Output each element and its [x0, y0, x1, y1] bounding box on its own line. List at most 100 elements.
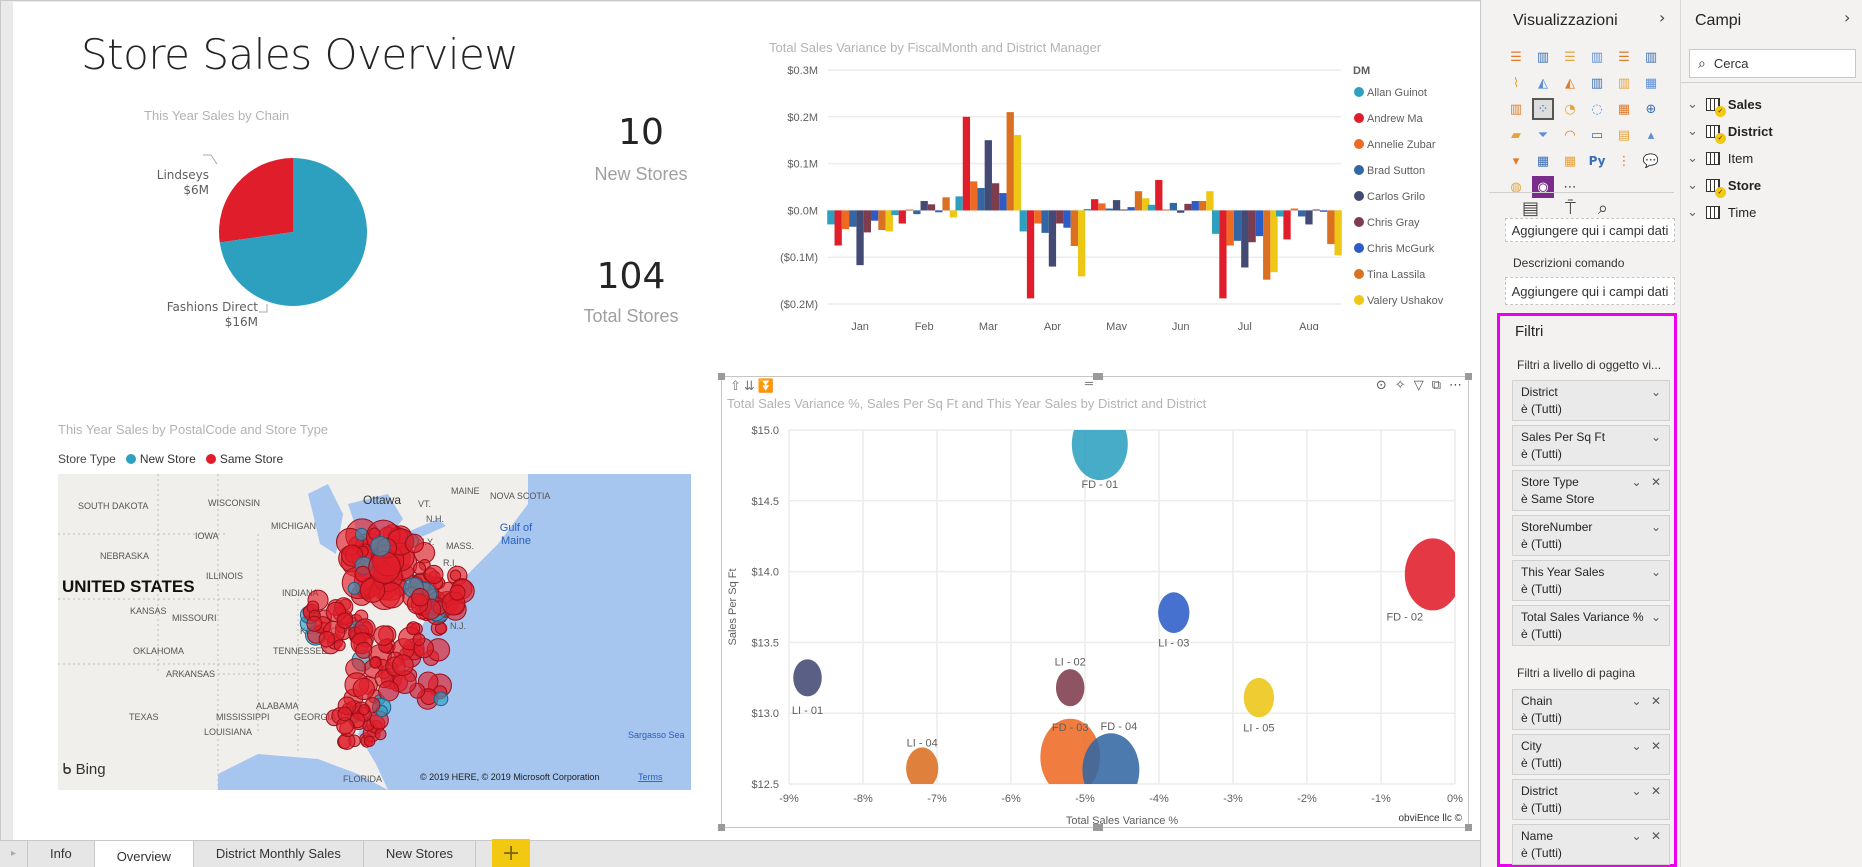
scatter-visual-frame[interactable]: ⇧ ⇊ ⏬ ═ ⊙ ✧ ▽ ⧉ ⋯ Total Sales Variance %…: [718, 373, 1472, 831]
gauge-icon[interactable]: ◠: [1559, 124, 1581, 146]
slicer-icon[interactable]: ▾: [1505, 150, 1527, 172]
bar[interactable]: [1098, 203, 1106, 211]
legend-item[interactable]: Chris Gray: [1367, 217, 1420, 229]
map-bubble[interactable]: [392, 654, 414, 676]
chevron-down-icon[interactable]: ⌄: [1687, 177, 1698, 193]
legend-item[interactable]: Carlos Grilo: [1367, 191, 1425, 203]
bar[interactable]: [999, 193, 1007, 211]
chevron-down-icon[interactable]: ⌄: [1651, 565, 1661, 579]
map-visual[interactable]: SOUTH DAKOTA WISCONSIN MICHIGAN Ottawa VT. MA…: [58, 474, 691, 790]
bar[interactable]: [849, 210, 857, 227]
bar[interactable]: [970, 181, 978, 211]
bar[interactable]: [1198, 201, 1207, 211]
legend-new-store[interactable]: New Store: [140, 452, 196, 466]
chevron-down-icon[interactable]: ⌄: [1651, 430, 1661, 444]
stacked-area-icon[interactable]: ◭: [1559, 72, 1581, 94]
more-icon[interactable]: ⋯: [1559, 176, 1581, 198]
page-filter-card[interactable]: District è (Tutti) ⌄ ✕: [1512, 779, 1670, 820]
multi-row-card-icon[interactable]: ▤: [1613, 124, 1635, 146]
legend-item[interactable]: Tina Lassila: [1367, 269, 1426, 281]
page-filter-card[interactable]: City è (Tutti) ⌄ ✕: [1512, 734, 1670, 775]
map-bubble[interactable]: [411, 587, 430, 607]
map-bubble[interactable]: [355, 641, 373, 659]
bar[interactable]: [913, 210, 921, 215]
bar[interactable]: [1219, 210, 1227, 299]
map-bubble[interactable]: [433, 691, 449, 707]
bar[interactable]: [927, 204, 936, 211]
chevron-down-icon[interactable]: ⌄: [1632, 829, 1642, 843]
chevron-down-icon[interactable]: ⌄: [1687, 204, 1698, 220]
chevron-down-icon[interactable]: ⌄: [1651, 385, 1661, 399]
filled-map-icon[interactable]: ▰: [1505, 124, 1527, 146]
bar[interactable]: [1263, 210, 1271, 280]
bar[interactable]: [891, 210, 899, 216]
map-bubble[interactable]: [333, 639, 346, 652]
map-bubble[interactable]: [318, 630, 336, 648]
bar[interactable]: [905, 209, 914, 211]
bar[interactable]: [1034, 210, 1042, 224]
bar[interactable]: [1255, 210, 1264, 237]
bar[interactable]: [1305, 210, 1313, 225]
bar[interactable]: [841, 210, 850, 230]
tab-scroll-right-icon[interactable]: ▸: [0, 840, 28, 867]
bar[interactable]: [1077, 210, 1086, 277]
100-stacked-column-icon[interactable]: ▥: [1640, 46, 1662, 68]
100-stacked-bar-icon[interactable]: ☰: [1613, 46, 1635, 68]
bar[interactable]: [962, 116, 971, 211]
close-icon[interactable]: ✕: [1648, 475, 1661, 489]
visual-filter-card[interactable]: StoreNumber è (Tutti) ⌄: [1512, 515, 1670, 556]
bar[interactable]: [1270, 210, 1278, 273]
visual-filter-card[interactable]: Total Sales Variance % è (Tutti) ⌄: [1512, 605, 1670, 646]
field-drop-zone[interactable]: Aggiungere qui i campi dati: [1505, 218, 1675, 242]
chevron-down-icon[interactable]: ⌄: [1632, 784, 1642, 798]
bar[interactable]: [984, 140, 992, 211]
bar[interactable]: [1177, 210, 1185, 213]
bar[interactable]: [1290, 208, 1298, 211]
bar[interactable]: [827, 210, 835, 225]
bar[interactable]: [1241, 210, 1249, 268]
chevron-down-icon[interactable]: ⌄: [1632, 694, 1642, 708]
field-table-time[interactable]: ⌄ Time: [1687, 204, 1756, 220]
bar[interactable]: [898, 210, 906, 224]
legend-item[interactable]: Valery Ushakov: [1367, 295, 1444, 307]
map-bubble[interactable]: [373, 625, 394, 646]
map-bubble[interactable]: [404, 533, 425, 554]
bar[interactable]: [1019, 210, 1027, 232]
field-table-item[interactable]: ⌄ Item: [1687, 150, 1753, 166]
bar[interactable]: [1319, 210, 1328, 212]
map-bubble[interactable]: [337, 706, 353, 722]
bar[interactable]: [1006, 112, 1014, 211]
legend-item[interactable]: Brad Sutton: [1367, 165, 1425, 177]
bar[interactable]: [1276, 210, 1284, 217]
bar[interactable]: [1233, 210, 1242, 241]
visual-filter-card[interactable]: This Year Sales è (Tutti) ⌄: [1512, 560, 1670, 601]
bubble-fd-01[interactable]: [1071, 408, 1128, 481]
map-bubble[interactable]: [424, 564, 444, 585]
bar[interactable]: [991, 183, 1000, 211]
chevron-down-icon[interactable]: ⌄: [1651, 610, 1661, 624]
bar[interactable]: [1226, 210, 1234, 246]
visual-filter-card[interactable]: District è (Tutti) ⌄: [1512, 380, 1670, 421]
visual-filter-card[interactable]: Sales Per Sq Ft è (Tutti) ⌄: [1512, 425, 1670, 466]
bar[interactable]: [878, 210, 886, 231]
map-icon[interactable]: ⊕: [1640, 98, 1662, 120]
waterfall-icon[interactable]: ▥: [1505, 98, 1527, 120]
bar[interactable]: [1283, 210, 1291, 240]
table-icon[interactable]: ▦: [1532, 150, 1554, 172]
chevron-right-icon[interactable]: ›: [1659, 8, 1665, 27]
bar[interactable]: [1155, 179, 1163, 211]
bar[interactable]: [1191, 201, 1199, 211]
bar[interactable]: [1105, 208, 1113, 211]
chevron-down-icon[interactable]: ⌄: [1651, 520, 1661, 534]
line-stacked-column-icon[interactable]: ▥: [1613, 72, 1635, 94]
bar[interactable]: [1312, 209, 1320, 211]
bar[interactable]: [942, 197, 950, 211]
close-icon[interactable]: ✕: [1648, 739, 1661, 753]
matrix-icon[interactable]: ▦: [1559, 150, 1581, 172]
clustered-bar-icon[interactable]: ☰: [1559, 46, 1581, 68]
field-table-store[interactable]: ⌄ ✓ Store: [1687, 177, 1761, 198]
tab-district-monthly-sales[interactable]: District Monthly Sales: [194, 840, 364, 867]
bar[interactable]: [1248, 210, 1256, 243]
bar[interactable]: [935, 210, 943, 213]
area-chart-icon[interactable]: ◭: [1532, 72, 1554, 94]
